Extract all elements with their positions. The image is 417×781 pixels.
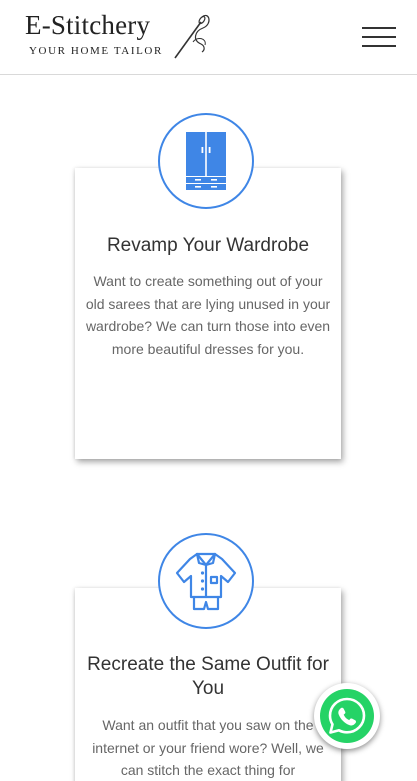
wardrobe-icon [186,132,226,190]
hamburger-menu-icon[interactable] [362,24,396,50]
service-title: Recreate the Same Outfit for You [87,654,329,699]
needle-thread-icon [174,14,210,59]
page: E-Stitchery YOUR HOME TAILOR Revamp Your… [0,0,417,781]
whatsapp-icon [320,689,374,743]
whatsapp-chat-button[interactable] [314,683,380,749]
service-description: Want an outfit that you saw on the inter… [92,717,324,778]
outfit-icon-badge [158,533,254,629]
service-title: Revamp Your Wardrobe [106,235,310,256]
logo-title: E-Stitchery [25,10,151,40]
menu-bar [362,45,396,47]
logo-tagline: YOUR HOME TAILOR [29,45,163,57]
wardrobe-icon-badge [158,113,254,209]
service-description: Want to create something out of your old… [85,273,331,357]
site-header: E-Stitchery YOUR HOME TAILOR [0,0,417,75]
service-card-revamp: Revamp Your Wardrobe Want to create some… [75,168,341,459]
menu-bar [362,36,396,38]
outfit-icon [175,552,237,611]
site-logo[interactable]: E-Stitchery YOUR HOME TAILOR [25,10,215,66]
menu-bar [362,27,396,29]
